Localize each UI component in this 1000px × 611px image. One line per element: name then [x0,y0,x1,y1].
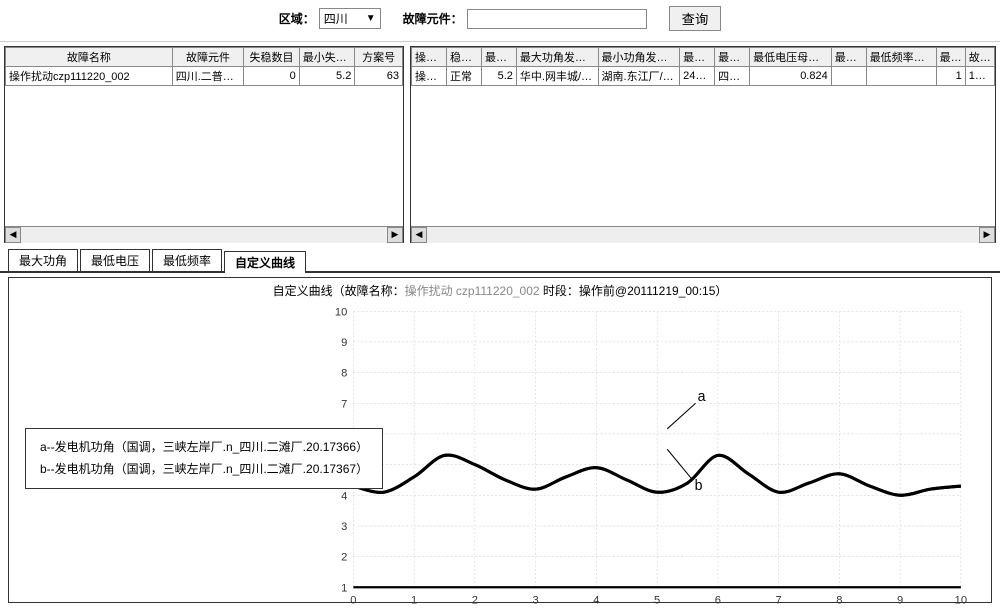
col-h[interactable]: 最大… [680,48,715,67]
col-h[interactable]: 最低… [936,48,965,67]
col-h[interactable]: 最小失稳… [299,48,355,67]
table-row[interactable]: 操作扰动czp111220_002 四川.二普… 0 5.2 63 [6,67,403,86]
svg-text:2: 2 [472,595,478,607]
scroll-left-icon[interactable]: ◀ [411,227,427,243]
chevron-down-icon: ▼ [366,13,376,24]
svg-text:1: 1 [341,582,347,594]
query-button[interactable]: 查询 [669,6,722,31]
col-h[interactable]: 最大功角发电… [516,48,598,67]
h-scrollbar[interactable]: ◀ ▶ [411,226,995,242]
svg-text:5: 5 [654,595,660,607]
col-h[interactable]: 失稳数目 [244,48,300,67]
svg-text:7: 7 [776,595,782,607]
filter-bar: 区域： 四川 ▼ 故障元件： 查询 [0,0,1000,42]
fault-list-panel: 故障名称 故障元件 失稳数目 最小失稳… 方案号 操作扰动czp111220_0… [4,46,404,243]
legend: a--发电机功角（国调，三峡左岸厂.n_四川.二滩厂.20.17366） b--… [25,428,383,489]
svg-text:9: 9 [897,595,903,607]
col-h[interactable]: 最低… [715,48,750,67]
scroll-left-icon[interactable]: ◀ [5,227,21,243]
svg-text:10: 10 [955,595,967,607]
col-h[interactable]: 最大… [481,48,516,67]
col-h[interactable]: 方案号 [355,48,403,67]
svg-text:0: 0 [350,595,356,607]
legend-item-a: a--发电机功角（国调，三峡左岸厂.n_四川.二滩厂.20.17366） [40,437,368,459]
chart-title: 自定义曲线（故障名称：操作扰动 czp111220_002 时段：操作前@201… [13,282,987,299]
tab-min-freq[interactable]: 最低频率 [152,249,222,271]
svg-text:3: 3 [533,595,539,607]
legend-item-b: b--发电机功角（国调，三峡左岸厂.n_四川.二滩厂.20.17367） [40,459,368,481]
tab-custom-curve[interactable]: 自定义曲线 [224,251,306,273]
region-label: 区域： [279,10,315,27]
h-scrollbar[interactable]: ◀ ▶ [5,226,403,242]
svg-text:2: 2 [341,552,347,564]
tables-row: 故障名称 故障元件 失稳数目 最小失稳… 方案号 操作扰动czp111220_0… [0,42,1000,247]
annotation-b: b [695,478,703,494]
col-h[interactable]: 稳定… [446,48,481,67]
component-label: 故障元件： [403,10,463,27]
svg-text:8: 8 [341,368,347,380]
tab-min-voltage[interactable]: 最低电压 [80,249,150,271]
svg-text:9: 9 [341,337,347,349]
col-h[interactable]: 故障名称 [6,48,173,67]
chart-container: a--发电机功角（国调，三峡左岸厂.n_四川.二滩厂.20.17366） b--… [8,277,992,603]
region-value: 四川 [324,10,348,27]
svg-text:4: 4 [341,490,347,502]
scroll-right-icon[interactable]: ▶ [979,227,995,243]
chart-tabs: 最大功角 最低电压 最低频率 自定义曲线 [0,247,1000,273]
stability-table: 操作票 稳定… 最大… 最大功角发电… 最小功角发电… 最大… 最低… 最低电压… [411,47,995,86]
col-h[interactable]: 最小功角发电… [598,48,680,67]
col-h[interactable]: 最低… [831,48,866,67]
col-h[interactable]: 故障元件 [172,48,243,67]
svg-text:6: 6 [715,595,721,607]
scroll-right-icon[interactable]: ▶ [387,227,403,243]
table-body-empty [411,86,995,226]
col-h[interactable]: 最低电压母线… [750,48,832,67]
svg-text:4: 4 [593,595,599,607]
svg-text:7: 7 [341,398,347,410]
table-row[interactable]: 操作… 正常 5.2 华中.网丰城/… 湖南.东江厂/… 249… 四川.普提.… [412,67,995,86]
component-input[interactable] [467,9,647,29]
col-h[interactable]: 操作票 [412,48,447,67]
svg-text:8: 8 [836,595,842,607]
svg-text:10: 10 [335,306,347,318]
plot-area: 12345678910 012345678910 a b [323,301,971,608]
annotation-a: a [698,389,706,405]
fault-table: 故障名称 故障元件 失稳数目 最小失稳… 方案号 操作扰动czp111220_0… [5,47,403,86]
svg-text:3: 3 [341,521,347,533]
line-chart: 12345678910 012345678910 a b [323,301,971,608]
table-body-empty [5,86,403,226]
col-h[interactable]: 最低频率发电… [866,48,936,67]
stability-panel: 操作票 稳定… 最大… 最大功角发电… 最小功角发电… 最大… 最低… 最低电压… [410,46,996,243]
region-select[interactable]: 四川 ▼ [319,8,381,29]
col-h[interactable]: 故障… [965,48,994,67]
tab-max-angle[interactable]: 最大功角 [8,249,78,271]
svg-text:1: 1 [411,595,417,607]
